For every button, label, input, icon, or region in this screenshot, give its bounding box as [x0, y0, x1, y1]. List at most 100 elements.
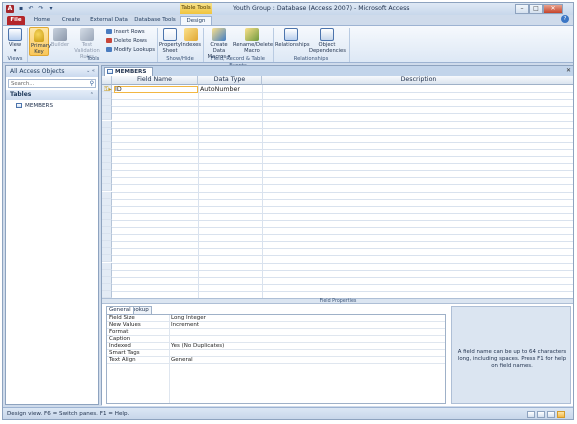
pivottable-view-icon[interactable]: [537, 411, 545, 418]
nav-pane-collapse-icon[interactable]: ⌄ «: [86, 66, 95, 77]
view-button[interactable]: View ▾: [6, 28, 24, 54]
object-dependencies-button[interactable]: Object Dependencies: [309, 28, 346, 54]
nav-item-members[interactable]: MEMBERS: [16, 102, 53, 110]
row-selector[interactable]: [102, 255, 112, 263]
tab-file[interactable]: File: [7, 16, 25, 25]
nav-group-tables[interactable]: Tables ⌃: [6, 90, 98, 100]
document-tab-members[interactable]: MEMBERS: [104, 67, 154, 76]
relationships-icon: [284, 28, 298, 41]
data-type-cell[interactable]: AutoNumber: [200, 85, 240, 94]
grid-row-line: [112, 212, 573, 214]
row-selector[interactable]: [102, 99, 112, 107]
group-label-field-events: Field, Record & Table Events: [211, 56, 265, 69]
insert-rows-button[interactable]: Insert Rows: [106, 29, 145, 36]
row-selector[interactable]: [102, 283, 112, 291]
indexes-button[interactable]: Indexes: [181, 28, 201, 54]
validation-check-icon: [80, 28, 94, 41]
tab-general[interactable]: General: [106, 306, 134, 314]
design-view-icon[interactable]: [557, 411, 565, 418]
close-button[interactable]: ✕: [543, 4, 563, 14]
property-row[interactable]: Text Align General: [107, 357, 445, 364]
relationships-button[interactable]: Relationships: [275, 28, 310, 54]
row-selector[interactable]: [102, 163, 112, 171]
customize-qat-icon[interactable]: ▾: [47, 5, 55, 13]
property-row[interactable]: Caption: [107, 336, 445, 343]
row-selector[interactable]: [102, 170, 112, 178]
property-row[interactable]: Format: [107, 329, 445, 336]
test-validation-rules-button[interactable]: Test Validation Rules: [70, 28, 104, 60]
row-selector[interactable]: [102, 241, 112, 249]
modify-lookups-button[interactable]: Modify Lookups: [106, 47, 155, 54]
group-label-relationships: Relationships: [293, 56, 329, 62]
chevron-up-icon[interactable]: ⌃: [90, 90, 94, 100]
tab-home[interactable]: Home: [31, 16, 53, 25]
search-icon[interactable]: ⚲: [90, 80, 94, 88]
delete-rows-button[interactable]: Delete Rows: [106, 38, 147, 45]
nav-search-input[interactable]: Search... ⚲: [8, 79, 96, 88]
row-selector[interactable]: [102, 269, 112, 277]
row-selector[interactable]: [102, 134, 112, 142]
tab-external-data[interactable]: External Data: [89, 16, 129, 25]
status-text: Design view. F6 = Switch panes. F1 = Hel…: [7, 411, 130, 417]
redo-icon[interactable]: ↷: [37, 5, 45, 13]
help-icon[interactable]: ?: [561, 15, 569, 23]
row-selector[interactable]: [102, 219, 112, 227]
row-selector[interactable]: [102, 227, 112, 235]
grid-row-line: [112, 170, 573, 172]
property-row[interactable]: Indexed Yes (No Duplicates): [107, 343, 445, 350]
grid-row-line: [112, 127, 573, 129]
field-name-cell[interactable]: ID: [115, 85, 122, 94]
row-selector[interactable]: [102, 141, 112, 149]
property-row[interactable]: Smart Tags: [107, 350, 445, 357]
maximize-button[interactable]: □: [529, 4, 543, 14]
row-selector[interactable]: [102, 106, 112, 114]
property-row[interactable]: Field Size Long Integer: [107, 315, 445, 322]
ribbon-separator: [27, 28, 28, 62]
rename-macro-icon: [245, 28, 259, 41]
row-selector[interactable]: [102, 248, 112, 256]
row-selector[interactable]: [102, 127, 112, 135]
row-selector[interactable]: [102, 184, 112, 192]
close-document-icon[interactable]: ✕: [566, 66, 571, 76]
column-header-description[interactable]: Description: [262, 76, 573, 85]
property-sheet-icon: [163, 28, 177, 41]
pivotchart-view-icon[interactable]: [547, 411, 555, 418]
row-selector[interactable]: [102, 92, 112, 100]
row-selector[interactable]: [102, 198, 112, 206]
grid-row-line: [112, 227, 573, 228]
access-app-icon[interactable]: A: [6, 5, 14, 13]
grid-row-line: [112, 241, 573, 243]
row-selector[interactable]: [102, 120, 112, 128]
row-selector[interactable]: [102, 156, 112, 164]
create-data-macros-button[interactable]: Create Data Macros ▾: [205, 28, 233, 60]
tab-design[interactable]: Design: [180, 16, 212, 25]
datasheet-view-icon[interactable]: [527, 411, 535, 418]
row-selector[interactable]: [102, 234, 112, 242]
minimize-button[interactable]: –: [515, 4, 529, 14]
row-selector[interactable]: [102, 290, 112, 298]
grid-row-line: [112, 198, 573, 200]
row-selector[interactable]: [102, 177, 112, 185]
builder-button[interactable]: Builder: [50, 28, 70, 54]
row-selector[interactable]: [102, 148, 112, 156]
row-selector[interactable]: [102, 276, 112, 284]
primary-key-button[interactable]: Primary Key: [29, 27, 51, 56]
status-bar: Design view. F6 = Switch panes. F1 = Hel…: [3, 407, 573, 419]
tab-create[interactable]: Create: [57, 16, 85, 25]
row-selector[interactable]: [102, 113, 112, 121]
nav-pane-header[interactable]: All Access Objects ⌄ «: [6, 66, 98, 77]
property-sheet-button[interactable]: Property Sheet: [159, 28, 181, 54]
row-selector[interactable]: [102, 191, 112, 199]
tab-database-tools[interactable]: Database Tools: [133, 16, 177, 25]
row-selector[interactable]: [102, 212, 112, 220]
property-row[interactable]: New Values Increment: [107, 322, 445, 329]
indexes-icon: [184, 28, 198, 41]
window-title: Youth Group : Database (Access 2007) - M…: [233, 5, 410, 12]
column-header-field-name[interactable]: Field Name: [112, 76, 198, 85]
field-help-box: A field name can be up to 64 characters …: [451, 306, 571, 404]
row-selector[interactable]: [102, 205, 112, 213]
row-selector[interactable]: [102, 262, 112, 270]
undo-icon[interactable]: ↶: [27, 5, 35, 13]
save-icon[interactable]: ▪: [17, 5, 25, 13]
rename-delete-macro-button[interactable]: Rename/Delete Macro: [233, 28, 273, 54]
